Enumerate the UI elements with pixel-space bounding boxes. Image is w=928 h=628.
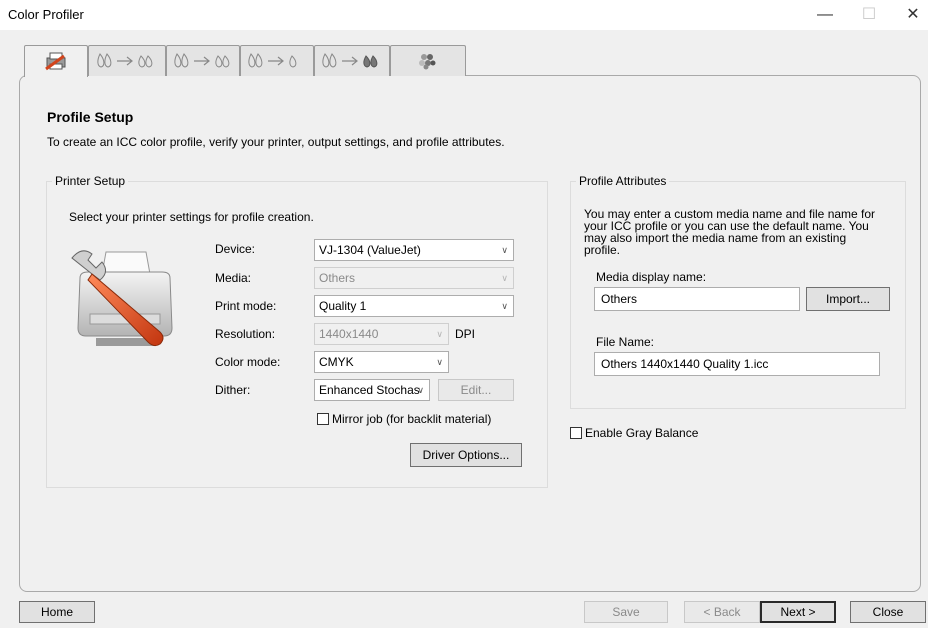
mirror-job-label[interactable]: Mirror job (for backlit material) <box>332 412 491 426</box>
profile-attributes-title: Profile Attributes <box>576 174 670 188</box>
title-bar: Color Profiler — ☐ ✕ <box>0 0 928 30</box>
device-value: VJ-1304 (ValueJet) <box>319 243 421 257</box>
resolution-select: 1440x1440 ∨ <box>314 323 449 345</box>
tab-color-patches[interactable] <box>390 45 466 76</box>
device-label: Device: <box>215 242 256 256</box>
printer-setup-instruction: Select your printer settings for profile… <box>69 210 314 224</box>
window-title: Color Profiler <box>8 7 84 22</box>
printer-setup-title: Printer Setup <box>52 174 129 188</box>
tab-ink-step-1[interactable] <box>88 45 166 76</box>
file-name-input[interactable]: Others 1440x1440 Quality 1.icc <box>594 352 880 376</box>
printer-icon <box>45 52 66 71</box>
color-patches-icon <box>419 54 436 70</box>
media-select: Others ∨ <box>314 267 514 289</box>
save-button: Save <box>584 601 668 623</box>
tab-ink-step-4[interactable] <box>314 45 390 76</box>
color-mode-label: Color mode: <box>215 355 281 369</box>
print-mode-select[interactable]: Quality 1 ∨ <box>314 295 514 317</box>
media-label: Media: <box>215 271 252 285</box>
print-mode-label: Print mode: <box>215 299 277 313</box>
tab-printer-setup[interactable] <box>24 45 88 77</box>
dither-label: Dither: <box>215 383 251 397</box>
tab-ink-step-3[interactable] <box>240 45 314 76</box>
gray-balance-label[interactable]: Enable Gray Balance <box>585 426 698 440</box>
ink-to-ink-icon <box>97 53 153 68</box>
maximize-icon: ☐ <box>861 6 877 23</box>
chevron-down-icon: ∨ <box>417 385 424 395</box>
chevron-down-icon: ∨ <box>501 273 508 283</box>
edit-dither-button: Edit... <box>438 379 514 401</box>
close-button[interactable]: Close <box>850 601 926 623</box>
tab-ink-step-2[interactable] <box>166 45 240 76</box>
next-button[interactable]: Next > <box>760 601 836 623</box>
minimize-icon[interactable]: — <box>805 4 845 26</box>
chevron-down-icon: ∨ <box>501 245 508 255</box>
profile-attributes-description: You may enter a custom media name and fi… <box>584 207 876 257</box>
dither-value: Enhanced Stochas <box>319 383 420 397</box>
ink-to-ink-icon <box>174 53 230 68</box>
driver-options-button[interactable]: Driver Options... <box>410 443 522 467</box>
dither-select[interactable]: Enhanced Stochas ∨ <box>314 379 430 401</box>
page-subtitle: To create an ICC color profile, verify y… <box>47 135 505 149</box>
ink-to-ink-icon <box>322 53 378 68</box>
mirror-job-checkbox[interactable] <box>317 413 329 425</box>
media-value: Others <box>319 271 356 285</box>
resolution-label: Resolution: <box>215 327 276 341</box>
chevron-down-icon: ∨ <box>436 329 443 339</box>
chevron-down-icon: ∨ <box>501 301 508 311</box>
file-name-label: File Name: <box>596 335 655 349</box>
import-button[interactable]: Import... <box>806 287 890 311</box>
page-title: Profile Setup <box>47 109 134 125</box>
close-window-icon[interactable]: ✕ <box>893 4 928 26</box>
resolution-unit: DPI <box>455 327 476 341</box>
color-mode-value: CMYK <box>319 355 354 369</box>
device-select[interactable]: VJ-1304 (ValueJet) ∨ <box>314 239 514 261</box>
color-mode-select[interactable]: CMYK ∨ <box>314 351 449 373</box>
print-mode-value: Quality 1 <box>319 299 367 313</box>
back-button: < Back <box>684 601 760 623</box>
media-display-name-input[interactable]: Others <box>594 287 800 311</box>
chevron-down-icon: ∨ <box>436 357 443 367</box>
resolution-value: 1440x1440 <box>319 327 379 341</box>
media-display-name-label: Media display name: <box>596 270 707 284</box>
ink-to-ink-icon <box>248 53 297 68</box>
home-button[interactable]: Home <box>19 601 95 623</box>
gray-balance-checkbox[interactable] <box>570 427 582 439</box>
printer-tool-icon <box>71 250 173 347</box>
